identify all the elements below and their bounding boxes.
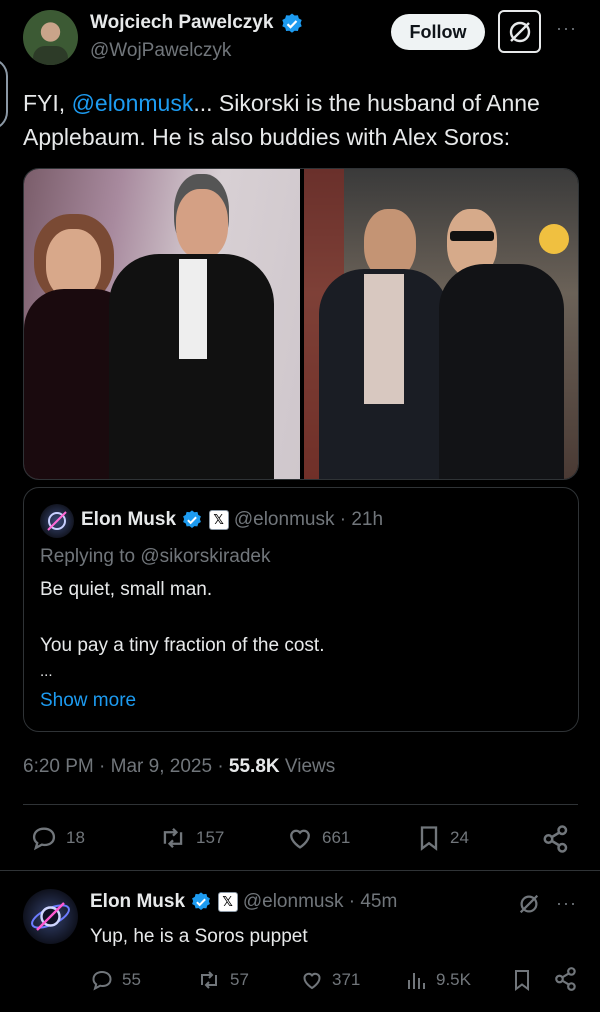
- quoted-age: · 21h: [334, 509, 384, 531]
- bookmark-icon: [515, 970, 529, 991]
- share-button[interactable]: [553, 966, 579, 992]
- share-button[interactable]: [541, 824, 571, 854]
- follow-button[interactable]: Follow: [391, 14, 485, 50]
- photo-right[interactable]: [304, 169, 578, 479]
- divider: [0, 870, 600, 871]
- reply-author-handle[interactable]: @elonmusk: [243, 891, 344, 912]
- verified-badge-icon: [282, 13, 302, 33]
- x-affiliate-badge-icon: 𝕏: [208, 510, 229, 530]
- replying-to-handle[interactable]: @sikorskiradek: [140, 546, 270, 567]
- like-icon: [303, 972, 321, 990]
- quoted-tweet[interactable]: Elon Musk 𝕏 @elonmusk · 21h Replying to …: [23, 487, 579, 732]
- like-icon: [290, 829, 310, 849]
- tweet-media[interactable]: [23, 168, 579, 480]
- reply-button[interactable]: 55: [90, 968, 141, 992]
- like-button[interactable]: 661: [286, 824, 350, 852]
- x-affiliate-badge-icon: 𝕏: [217, 892, 238, 912]
- bookmark-button[interactable]: 24: [416, 824, 469, 852]
- quoted-line-1: Be quiet, small man.: [40, 579, 213, 600]
- grok-avatar-icon: [31, 902, 70, 931]
- tweet-text: FYI, @elonmusk... Sikorski is the husban…: [23, 90, 540, 150]
- reply-icon: [32, 827, 56, 851]
- repost-icon: [201, 971, 217, 989]
- quoted-ellipsis: ...: [40, 663, 53, 680]
- reply-author-avatar[interactable]: [23, 889, 78, 944]
- reply-author-name[interactable]: Elon Musk: [90, 891, 185, 912]
- photo-left[interactable]: [24, 169, 300, 479]
- tweet-timestamp[interactable]: 6:20 PM · Mar 9, 2025 ·: [23, 756, 229, 777]
- bookmark-button[interactable]: [511, 968, 533, 992]
- views-count: 55.8K: [228, 756, 280, 777]
- more-options-icon[interactable]: ···: [556, 893, 577, 914]
- author-name[interactable]: Wojciech Pawelczyk: [90, 12, 273, 33]
- share-icon: [543, 825, 568, 853]
- quoted-author-handle[interactable]: @elonmusk: [234, 509, 335, 530]
- divider: [23, 804, 578, 805]
- like-button[interactable]: 371: [300, 968, 360, 992]
- repost-button[interactable]: 157: [158, 824, 224, 852]
- edge-bracket: [0, 58, 8, 130]
- share-icon: [555, 967, 576, 991]
- replying-to: Replying to @sikorskiradek: [40, 546, 271, 567]
- reply-age: · 45m: [343, 891, 398, 913]
- repost-icon: [163, 827, 183, 849]
- quoted-author-name[interactable]: Elon Musk: [81, 509, 176, 530]
- verified-badge-icon: [183, 510, 202, 528]
- grok-icon[interactable]: [517, 892, 541, 916]
- views-button[interactable]: 9.5K: [406, 968, 471, 992]
- views-bar-icon: [408, 973, 425, 989]
- quoted-line-2: You pay a tiny fraction of the cost.: [40, 635, 325, 656]
- repost-button[interactable]: 57: [196, 968, 249, 992]
- reply-text: Yup, he is a Soros puppet: [90, 926, 308, 947]
- grok-avatar-icon: [47, 511, 67, 531]
- mention-link[interactable]: @elonmusk: [72, 90, 194, 116]
- grok-button[interactable]: [498, 10, 541, 53]
- reply-button[interactable]: 18: [30, 824, 85, 852]
- bookmark-icon: [420, 826, 438, 851]
- verified-badge-icon: [192, 892, 211, 910]
- more-options-icon[interactable]: ···: [556, 18, 577, 39]
- quoted-author-avatar[interactable]: [40, 504, 74, 538]
- author-handle[interactable]: @WojPawelczyk: [90, 40, 231, 62]
- author-avatar[interactable]: [23, 10, 78, 65]
- show-more-link[interactable]: Show more: [40, 690, 136, 712]
- reply-icon: [92, 970, 112, 991]
- grok-icon: [509, 21, 530, 42]
- tweet-meta: 6:20 PM · Mar 9, 2025 · 55.8K Views: [23, 756, 336, 777]
